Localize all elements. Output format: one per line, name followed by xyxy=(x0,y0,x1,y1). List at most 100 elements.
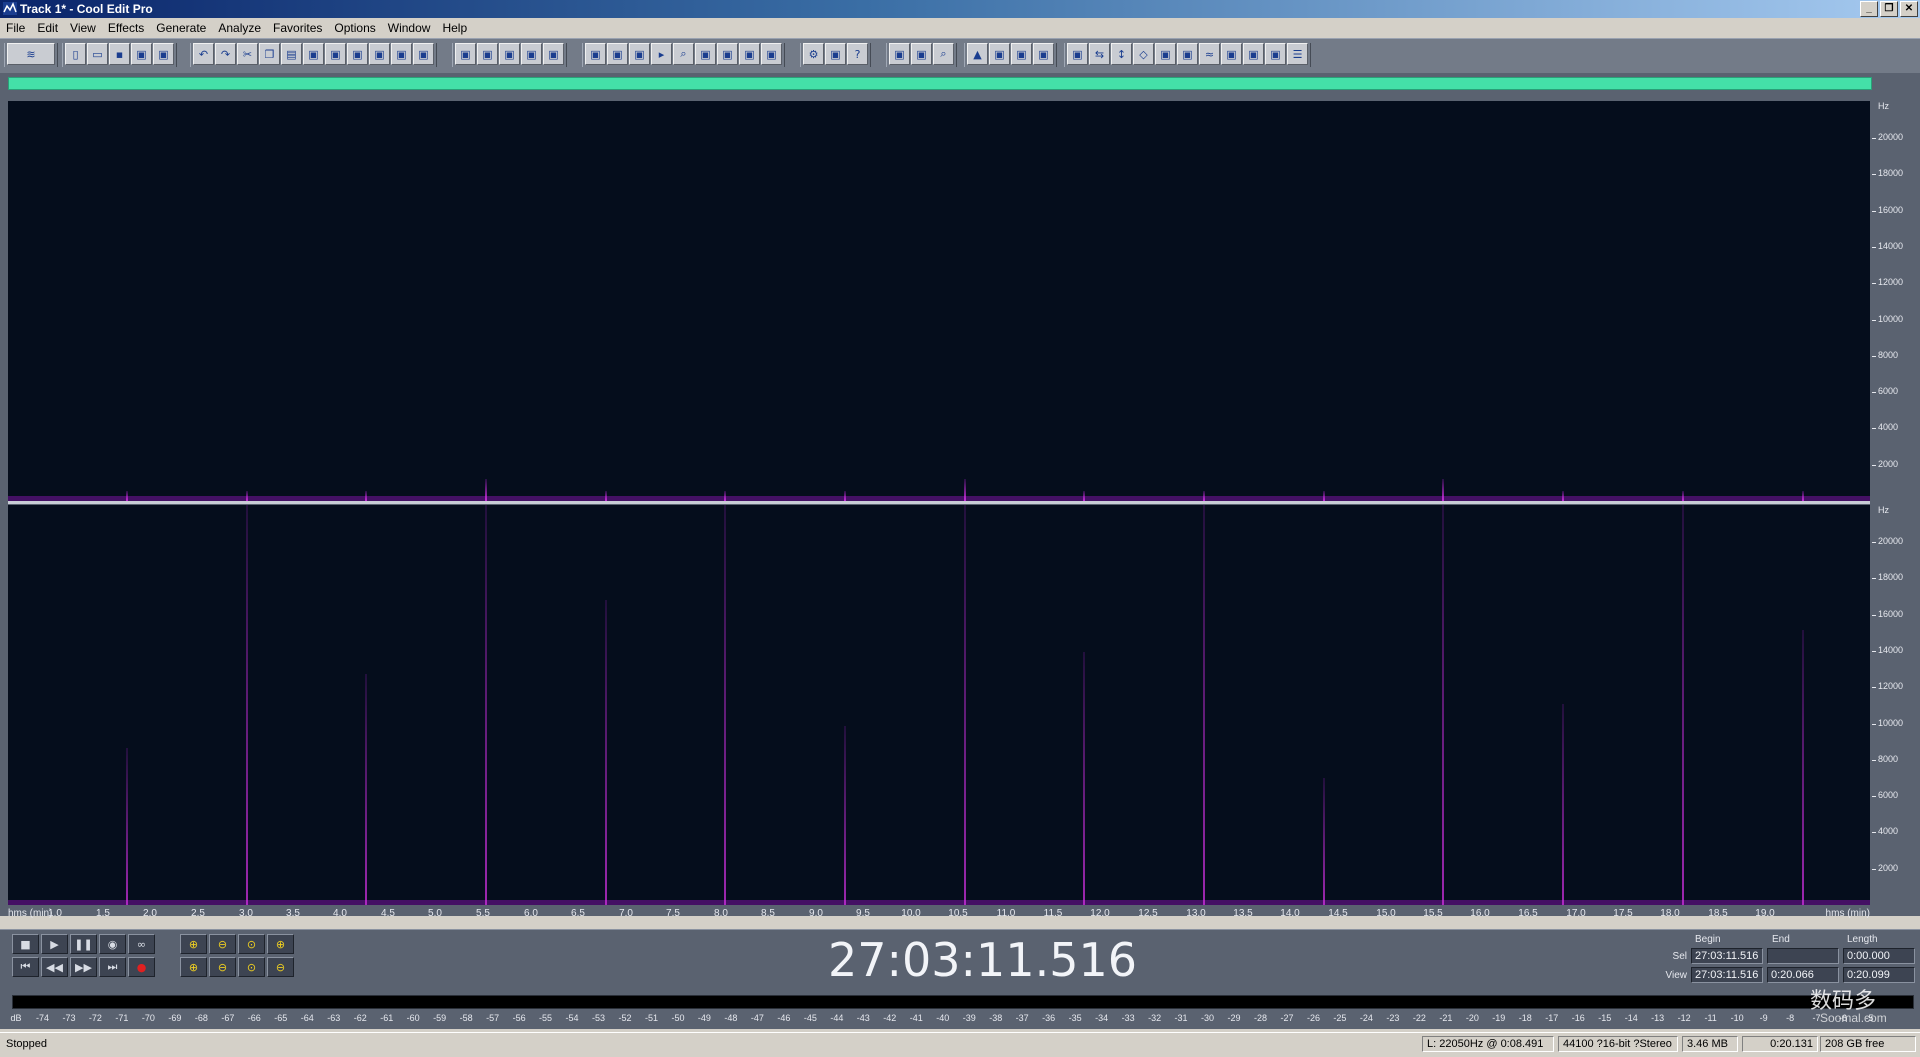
undo-icon[interactable]: ↶ xyxy=(193,43,214,65)
reverse-icon[interactable]: ⇆ xyxy=(1089,43,1110,65)
zoom-in-horizontal-button[interactable]: ⊕ xyxy=(180,934,207,954)
minimize-icon[interactable]: _ xyxy=(1860,1,1878,17)
open-file-icon[interactable]: ▭ xyxy=(87,43,108,65)
noise-reduction-icon[interactable]: ▣ xyxy=(1177,43,1198,65)
go-to-start-button[interactable]: ⏮ xyxy=(12,957,39,977)
menu-favorites[interactable]: Favorites xyxy=(267,21,328,35)
sel-length-field[interactable]: 0:00.000 xyxy=(1843,948,1915,964)
audio-transient xyxy=(964,505,966,905)
delay-icon[interactable]: ▣ xyxy=(1033,43,1054,65)
tips-icon[interactable]: ▣ xyxy=(825,43,846,65)
cut-icon[interactable]: ✂ xyxy=(237,43,258,65)
flanger-icon[interactable]: ▣ xyxy=(1265,43,1286,65)
play-button[interactable]: ▶ xyxy=(41,934,68,954)
zoom-left-button[interactable]: ⊕ xyxy=(180,957,207,977)
spectrum-left-channel[interactable] xyxy=(8,101,1870,501)
time-ruler[interactable]: hms (min) hms (min) 1.0 1.5 2.0 2.5 3.0 3.5 4.… xyxy=(8,905,1870,921)
go-to-end-button[interactable]: ⏭ xyxy=(99,957,126,977)
filter-icon[interactable]: ▣ xyxy=(1067,43,1088,65)
loop-button[interactable]: ∞ xyxy=(128,934,155,954)
menu-options[interactable]: Options xyxy=(328,21,381,35)
properties-icon[interactable]: ☰ xyxy=(1287,43,1308,65)
restore-icon[interactable]: ❐ xyxy=(1880,1,1898,17)
view-begin-field[interactable]: 27:03:11.516 xyxy=(1691,967,1763,983)
silence-icon[interactable]: ▣ xyxy=(369,43,390,65)
paste-icon[interactable]: ▤ xyxy=(281,43,302,65)
cue-list-icon[interactable]: ▣ xyxy=(717,43,738,65)
view-mixed-icon[interactable]: ▣ xyxy=(629,43,650,65)
zoom-full-button[interactable]: ⊙ xyxy=(238,934,265,954)
search-icon[interactable]: ⌕ xyxy=(933,43,954,65)
save-icon[interactable]: ▪ xyxy=(109,43,130,65)
view-wave-icon[interactable]: ▣ xyxy=(585,43,606,65)
sel-begin-field[interactable]: 27:03:11.516 xyxy=(1691,948,1763,964)
paste-new-icon[interactable]: ▣ xyxy=(413,43,434,65)
zoom-icon[interactable]: ⌕ xyxy=(673,43,694,65)
grid-icon[interactable]: ▣ xyxy=(499,43,520,65)
save-all-icon[interactable]: ▣ xyxy=(131,43,152,65)
help-icon[interactable]: ? xyxy=(847,43,868,65)
view-spectral-icon[interactable]: ▣ xyxy=(607,43,628,65)
rewind-button[interactable]: ◀◀ xyxy=(41,957,68,977)
compressor-icon[interactable]: ▣ xyxy=(1243,43,1264,65)
selection-info: Begin End Length Sel 27:03:11.516 0:00.0… xyxy=(1655,932,1915,988)
timecode-icon[interactable]: ▣ xyxy=(695,43,716,65)
play-cue-icon[interactable]: ▸ xyxy=(651,43,672,65)
sel-end-field[interactable] xyxy=(1767,948,1839,964)
menu-view[interactable]: View xyxy=(64,21,102,35)
record-button[interactable]: ● xyxy=(128,957,155,977)
stretch-icon[interactable]: ▣ xyxy=(1155,43,1176,65)
save-selection-icon[interactable]: ▣ xyxy=(391,43,412,65)
menu-edit[interactable]: Edit xyxy=(31,21,64,35)
play-to-end-button[interactable]: ◉ xyxy=(99,934,126,954)
visible-range-indicator[interactable] xyxy=(8,77,1872,90)
spectrum-right-channel[interactable] xyxy=(8,505,1870,905)
grid-alt-icon[interactable]: ▣ xyxy=(543,43,564,65)
fast-forward-button[interactable]: ▶▶ xyxy=(70,957,97,977)
frequency-analysis-icon[interactable]: ▣ xyxy=(911,43,932,65)
zoom-out-horizontal-button[interactable]: ⊖ xyxy=(209,934,236,954)
menu-analyze[interactable]: Analyze xyxy=(212,21,267,35)
markers-icon[interactable]: ▣ xyxy=(739,43,760,65)
waveform-toggle-icon[interactable]: ≋ xyxy=(7,43,55,65)
pause-button[interactable]: ❚❚ xyxy=(70,934,97,954)
redo-icon[interactable]: ↷ xyxy=(215,43,236,65)
normalize-icon[interactable]: ▣ xyxy=(989,43,1010,65)
end-header: End xyxy=(1772,934,1790,945)
zoom-out-vertical-button[interactable]: ⊖ xyxy=(267,957,294,977)
fade-icon[interactable]: ▣ xyxy=(1011,43,1032,65)
amplify-icon[interactable]: ▲ xyxy=(967,43,988,65)
level-tick: -46 xyxy=(777,1013,791,1023)
snap-icon[interactable]: ▣ xyxy=(521,43,542,65)
zoom-right-button[interactable]: ⊖ xyxy=(209,957,236,977)
view-end-field[interactable]: 0:20.066 xyxy=(1767,967,1839,983)
insert-icon[interactable]: ▣ xyxy=(347,43,368,65)
levels-icon[interactable]: ▣ xyxy=(761,43,782,65)
level-tick: -36 xyxy=(1042,1013,1056,1023)
center-icon[interactable]: ◇ xyxy=(1133,43,1154,65)
stop-button[interactable]: ■ xyxy=(12,934,39,954)
invert-icon[interactable]: ↕ xyxy=(1111,43,1132,65)
view-length-field[interactable]: 0:20.099 xyxy=(1843,967,1915,983)
menu-effects[interactable]: Effects xyxy=(102,21,150,35)
eq-icon[interactable]: ▣ xyxy=(1221,43,1242,65)
audio-transient xyxy=(844,726,846,905)
copy-icon[interactable]: ❐ xyxy=(259,43,280,65)
mix-paste-icon[interactable]: ▣ xyxy=(325,43,346,65)
zoom-selection-button[interactable]: ⊙ xyxy=(238,957,265,977)
zoom-in-vertical-button[interactable]: ⊕ xyxy=(267,934,294,954)
menu-generate[interactable]: Generate xyxy=(150,21,212,35)
trim-icon[interactable]: ▣ xyxy=(303,43,324,65)
menu-help[interactable]: Help xyxy=(436,21,473,35)
close-icon[interactable]: ✕ xyxy=(1900,1,1918,17)
menu-file[interactable]: File xyxy=(0,21,31,35)
selection-icon[interactable]: ▣ xyxy=(477,43,498,65)
settings-icon[interactable]: ⚙ xyxy=(803,43,824,65)
envelope-icon[interactable]: ▣ xyxy=(455,43,476,65)
menu-window[interactable]: Window xyxy=(382,21,437,35)
overview-bar[interactable] xyxy=(0,73,1920,93)
close-file-icon[interactable]: ▣ xyxy=(153,43,174,65)
echo-icon[interactable]: ≈ xyxy=(1199,43,1220,65)
track-view-icon[interactable]: ▣ xyxy=(889,43,910,65)
new-file-icon[interactable]: ▯ xyxy=(65,43,86,65)
